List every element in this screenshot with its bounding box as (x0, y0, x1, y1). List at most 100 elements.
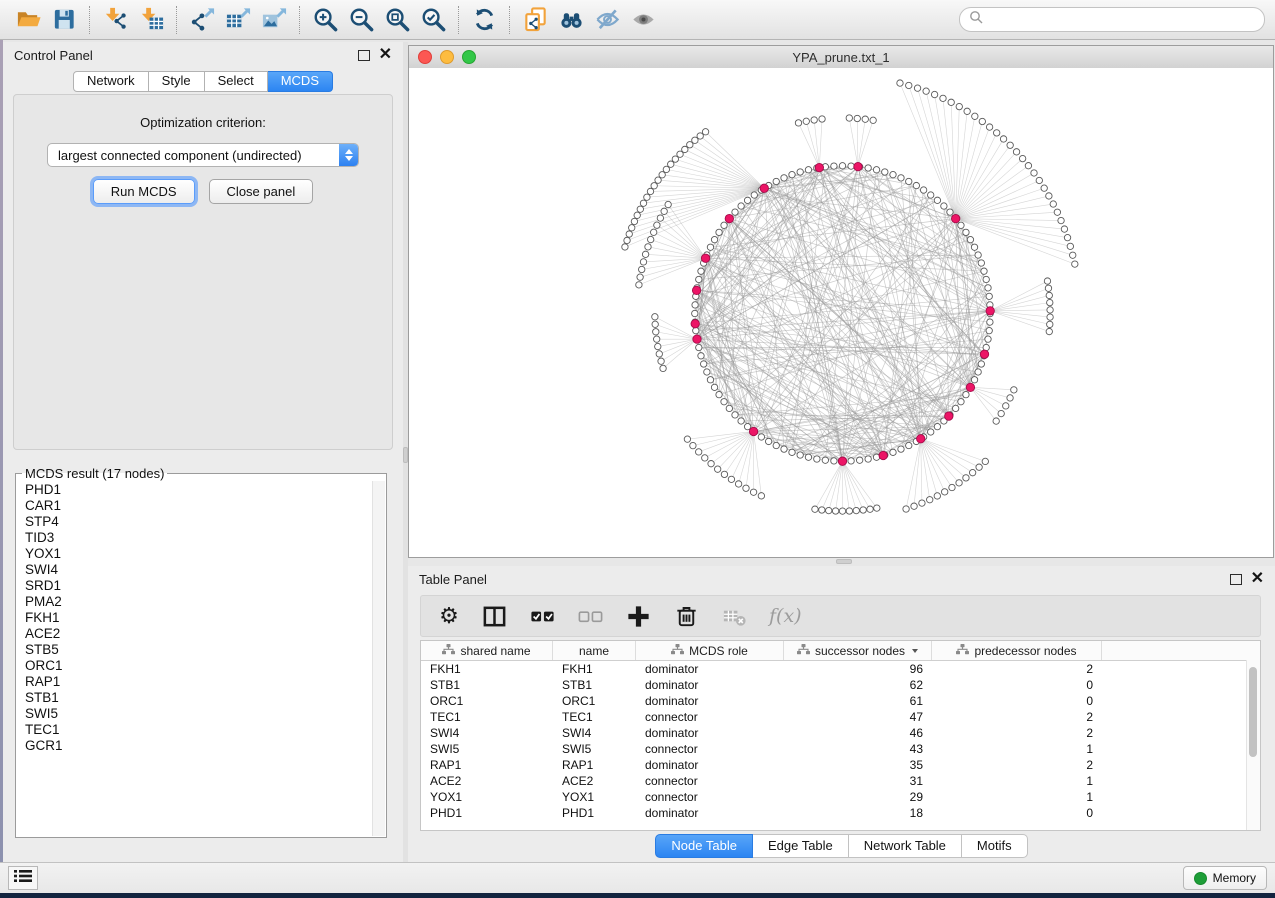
scrollbar-thumb[interactable] (1249, 667, 1257, 757)
table-row[interactable]: RAP1RAP1dominator352 (421, 757, 1260, 773)
zoom-out-icon[interactable] (343, 4, 379, 36)
mcds-result-item[interactable]: PHD1 (25, 482, 386, 498)
zoom-fit-icon[interactable] (379, 4, 415, 36)
table-row[interactable]: TEC1TEC1connector472 (421, 709, 1260, 725)
column-header-predecessor-nodes[interactable]: predecessor nodes (932, 641, 1102, 660)
float-panel-icon[interactable] (1230, 574, 1242, 585)
mcds-result-item[interactable]: PMA2 (25, 594, 386, 610)
float-panel-icon[interactable] (358, 50, 370, 61)
mcds-result-item[interactable]: YOX1 (25, 546, 386, 562)
column-header-MCDS-role[interactable]: MCDS role (636, 641, 784, 660)
table-row[interactable]: FKH1FKH1dominator962 (421, 661, 1260, 677)
criterion-dropdown[interactable]: largest connected component (undirected) (47, 143, 359, 167)
search-input[interactable] (989, 12, 1255, 28)
close-panel-button[interactable]: Close panel (209, 179, 314, 204)
mcds-result-item[interactable]: TID3 (25, 530, 386, 546)
cell: 2 (932, 662, 1102, 676)
duplicate-network-icon[interactable] (517, 4, 553, 36)
mcds-result-item[interactable]: SRD1 (25, 578, 386, 594)
toolbar-separator (176, 6, 177, 34)
tab-mcds[interactable]: MCDS (268, 71, 333, 92)
mcds-result-item[interactable]: STB1 (25, 690, 386, 706)
table-row[interactable]: SWI4SWI4dominator462 (421, 725, 1260, 741)
table-row[interactable]: STB1STB1dominator620 (421, 677, 1260, 693)
mcds-result-item[interactable]: GCR1 (25, 738, 386, 754)
export-network-icon[interactable] (184, 4, 220, 36)
open-session-icon[interactable] (10, 4, 46, 36)
hide-selected-icon[interactable] (589, 4, 625, 36)
show-all-icon[interactable] (625, 4, 661, 36)
mcds-result-item[interactable]: SWI5 (25, 706, 386, 722)
cell: YOX1 (421, 790, 553, 804)
task-history-button[interactable] (8, 866, 38, 890)
mcds-result-item[interactable]: STB5 (25, 642, 386, 658)
status-bar: Memory (0, 862, 1275, 893)
tab-node-table[interactable]: Node Table (655, 834, 753, 858)
maximize-window-icon[interactable] (462, 50, 476, 64)
network-canvas[interactable] (409, 68, 1273, 557)
horizontal-splitter[interactable] (408, 558, 1274, 566)
minimize-window-icon[interactable] (440, 50, 454, 64)
tab-network-table[interactable]: Network Table (849, 834, 962, 858)
tab-style[interactable]: Style (149, 71, 205, 92)
tree-icon (442, 644, 455, 658)
run-mcds-button[interactable]: Run MCDS (93, 179, 195, 204)
zoom-in-icon[interactable] (307, 4, 343, 36)
cell: 35 (784, 758, 932, 772)
delete-columns-icon[interactable] (673, 602, 700, 630)
table-settings-icon[interactable]: ⚙ (438, 602, 460, 630)
close-panel-icon[interactable]: ✕ (1251, 573, 1264, 585)
tab-motifs[interactable]: Motifs (962, 834, 1028, 858)
cell: connector (636, 710, 784, 724)
import-network-icon[interactable] (97, 4, 133, 36)
mcds-result-list[interactable]: PHD1CAR1STP4TID3YOX1SWI4SRD1PMA2FKH1ACE2… (16, 481, 386, 832)
find-neighbors-icon[interactable] (553, 4, 589, 36)
mcds-list-scrollbar[interactable] (372, 481, 385, 836)
zoom-selected-icon[interactable] (415, 4, 451, 36)
mcds-result-item[interactable]: CAR1 (25, 498, 386, 514)
mcds-result-item[interactable]: FKH1 (25, 610, 386, 626)
tree-icon (797, 644, 810, 658)
import-table-icon[interactable] (133, 4, 169, 36)
add-column-icon[interactable] (625, 602, 652, 630)
table-scrollbar[interactable] (1246, 660, 1260, 830)
search-icon (969, 10, 983, 29)
function-builder-icon: f(x) (769, 602, 802, 630)
cell: ACE2 (553, 774, 636, 788)
splitter-grip-icon[interactable] (836, 559, 852, 564)
tab-network[interactable]: Network (73, 71, 149, 92)
table-row[interactable]: SWI5SWI5connector431 (421, 741, 1260, 757)
mcds-result-item[interactable]: ORC1 (25, 658, 386, 674)
tab-select[interactable]: Select (205, 71, 268, 92)
export-image-icon[interactable] (256, 4, 292, 36)
mcds-result-item[interactable]: SWI4 (25, 562, 386, 578)
split-table-icon[interactable] (481, 602, 508, 630)
column-header-name[interactable]: name (553, 641, 636, 660)
mcds-result-title: MCDS result (17 nodes) (22, 466, 167, 481)
cell: connector (636, 790, 784, 804)
cell: 62 (784, 678, 932, 692)
table-panel-title: Table Panel (419, 572, 487, 587)
deselect-all-icon[interactable] (577, 602, 604, 630)
export-table-icon[interactable] (220, 4, 256, 36)
network-view-window: YPA_prune.txt_1 (408, 45, 1274, 558)
table-row[interactable]: ACE2ACE2connector311 (421, 773, 1260, 789)
table-row[interactable]: ORC1ORC1dominator610 (421, 693, 1260, 709)
table-row[interactable]: YOX1YOX1connector291 (421, 789, 1260, 805)
tab-edge-table[interactable]: Edge Table (753, 834, 849, 858)
save-session-icon[interactable] (46, 4, 82, 36)
column-header-successor-nodes[interactable]: successor nodes (784, 641, 932, 660)
refresh-view-icon[interactable] (466, 4, 502, 36)
mcds-result-item[interactable]: TEC1 (25, 722, 386, 738)
tree-icon (671, 644, 684, 658)
select-all-icon[interactable] (529, 602, 556, 630)
mcds-result-item[interactable]: RAP1 (25, 674, 386, 690)
cell: RAP1 (421, 758, 553, 772)
close-panel-icon[interactable]: ✕ (379, 49, 392, 61)
mcds-result-item[interactable]: ACE2 (25, 626, 386, 642)
memory-button[interactable]: Memory (1183, 866, 1267, 890)
close-window-icon[interactable] (418, 50, 432, 64)
table-row[interactable]: PHD1PHD1dominator180 (421, 805, 1260, 821)
column-header-shared-name[interactable]: shared name (421, 641, 553, 660)
mcds-result-item[interactable]: STP4 (25, 514, 386, 530)
